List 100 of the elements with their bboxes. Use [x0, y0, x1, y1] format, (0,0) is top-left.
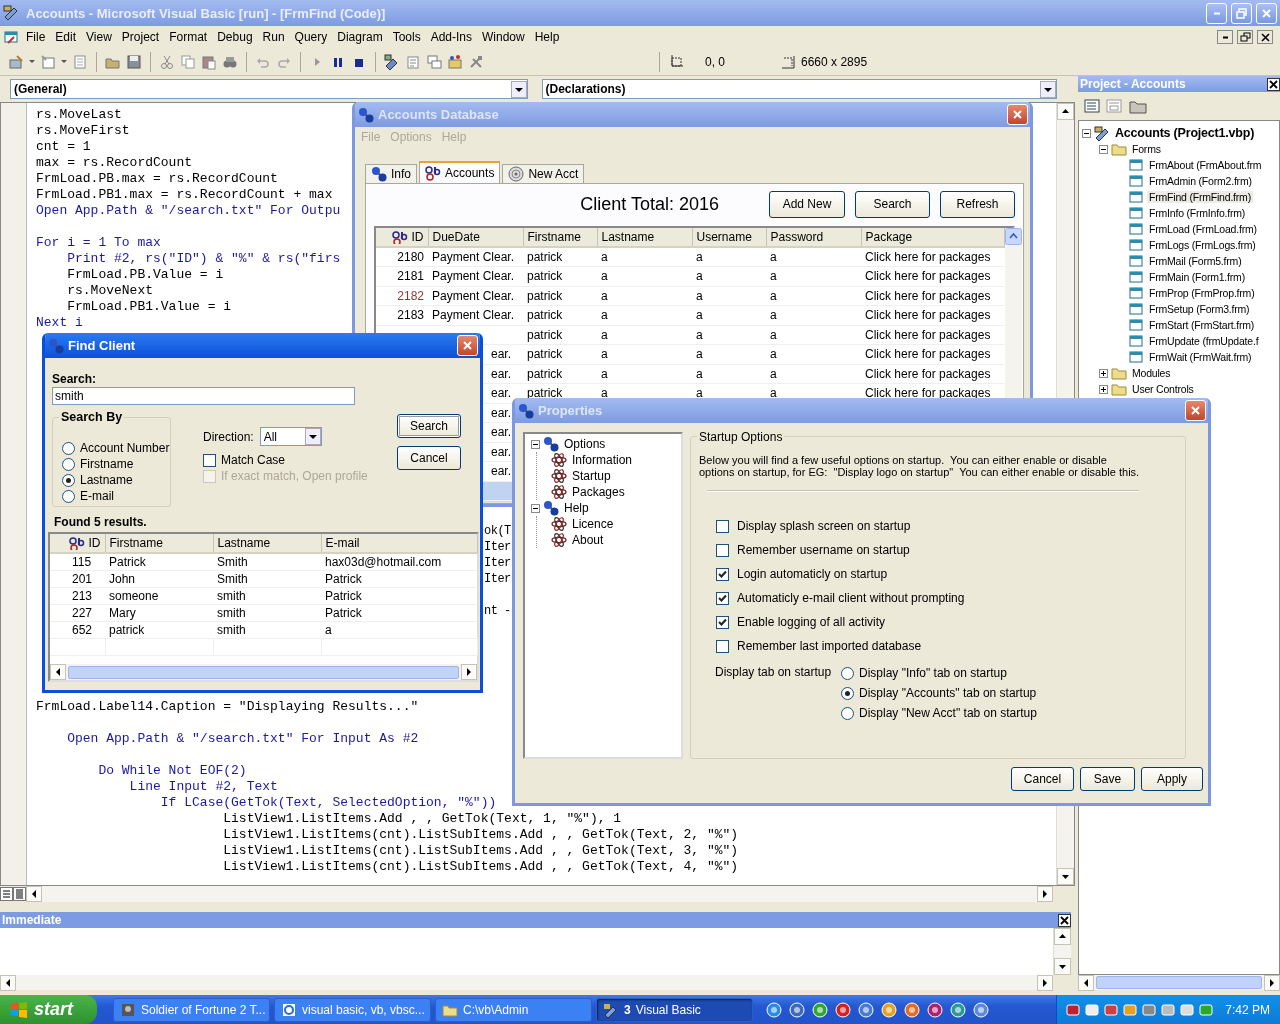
- menu-item[interactable]: File: [21, 29, 51, 45]
- tray-icon[interactable]: [1122, 1001, 1139, 1018]
- tree-item[interactable]: FrmFind (FrmFind.frm): [1147, 191, 1253, 203]
- radio-button[interactable]: [62, 489, 75, 503]
- tray-icon[interactable]: [1141, 1001, 1158, 1018]
- tray-icon[interactable]: [1065, 1001, 1082, 1018]
- paste-icon[interactable]: [201, 53, 217, 70]
- menu-item[interactable]: Help: [529, 29, 565, 45]
- quick-launch-icon[interactable]: [903, 1000, 921, 1019]
- radio-button[interactable]: [841, 666, 854, 680]
- checkbox[interactable]: [716, 639, 729, 653]
- cancel-button[interactable]: Cancel: [397, 446, 461, 470]
- column-header[interactable]: Password: [766, 228, 861, 247]
- checkbox[interactable]: [203, 453, 216, 467]
- tree-item[interactable]: FrmAdmin (Form2.frm): [1147, 175, 1254, 187]
- close-icon[interactable]: [1058, 913, 1071, 927]
- tree-item[interactable]: FrmInfo (FrmInfo.frm): [1147, 207, 1248, 219]
- scroll-left-icon[interactable]: [1078, 974, 1094, 991]
- full-module-view-icon[interactable]: [13, 887, 26, 901]
- tree-item[interactable]: FrmProp (FrmProp.frm): [1147, 287, 1257, 299]
- scroll-down-icon[interactable]: [1054, 958, 1071, 975]
- taskbar-button[interactable]: Soldier of Fortune 2 T...: [113, 997, 270, 1022]
- tree-item[interactable]: About: [570, 533, 606, 547]
- close-icon[interactable]: [1267, 77, 1280, 91]
- project-explorer-icon[interactable]: [384, 53, 400, 70]
- tree-item[interactable]: FrmStart (FrmStart.frm): [1147, 319, 1257, 331]
- scroll-left-icon[interactable]: [50, 664, 66, 680]
- tree-item[interactable]: FrmWait (FrmWait.frm): [1147, 351, 1254, 363]
- minimize-button[interactable]: [1217, 30, 1233, 44]
- scroll-down-icon[interactable]: [1057, 868, 1074, 885]
- scroll-right-icon[interactable]: [1264, 974, 1280, 991]
- taskbar-button[interactable]: visual basic, vb, vbsc...: [274, 997, 431, 1022]
- tray-icon[interactable]: [1084, 1001, 1101, 1018]
- view-code-icon[interactable]: [1084, 98, 1100, 114]
- column-header[interactable]: E-mail: [321, 534, 477, 553]
- tray-icon[interactable]: [1160, 1001, 1177, 1018]
- column-header[interactable]: ID: [376, 228, 428, 247]
- menu-item[interactable]: Edit: [50, 29, 82, 45]
- menu-item[interactable]: Add-Ins: [425, 29, 477, 45]
- quick-launch-icon[interactable]: [788, 1000, 806, 1019]
- action-button[interactable]: Search: [855, 190, 930, 218]
- column-header[interactable]: Firstname: [523, 228, 597, 247]
- menu-item[interactable]: Window: [477, 29, 530, 45]
- scroll-right-icon[interactable]: [461, 664, 477, 680]
- tree-item[interactable]: FrmAbout (FrmAbout.frm: [1147, 159, 1264, 171]
- menu-item[interactable]: Format: [164, 29, 213, 45]
- object-browser-icon[interactable]: [447, 53, 463, 70]
- add-project-icon[interactable]: [8, 53, 24, 70]
- column-header[interactable]: ID: [50, 534, 105, 553]
- tree-item[interactable]: Licence: [570, 517, 616, 531]
- scroll-up-icon[interactable]: [1057, 103, 1074, 120]
- scroll-right-icon[interactable]: [1037, 974, 1053, 991]
- taskbar-button[interactable]: C:\vb\Admin: [435, 997, 592, 1022]
- quick-launch-icon[interactable]: [765, 1000, 783, 1019]
- search-button[interactable]: Search: [397, 414, 461, 438]
- menu-item[interactable]: View: [81, 29, 117, 45]
- procedure-view-icon[interactable]: [0, 887, 13, 901]
- caret-icon[interactable]: [29, 60, 35, 63]
- column-header[interactable]: Lastname: [213, 534, 321, 553]
- radio-button[interactable]: [841, 686, 854, 700]
- taskbar-button[interactable]: 3 Visual Basic: [596, 997, 753, 1022]
- tree-item[interactable]: FrmSetup (Form3.frm): [1147, 303, 1252, 315]
- collapse-icon[interactable]: [1082, 128, 1091, 138]
- checkbox[interactable]: [716, 519, 729, 533]
- add-form-icon[interactable]: [40, 53, 56, 70]
- toolbox-icon[interactable]: [468, 53, 484, 70]
- tree-item[interactable]: FrmLoad (FrmLoad.frm): [1147, 223, 1259, 235]
- quick-launch-icon[interactable]: [926, 1000, 944, 1019]
- collapse-icon[interactable]: [531, 439, 540, 449]
- tree-item[interactable]: Accounts (Project1.vbp): [1113, 126, 1257, 140]
- column-header[interactable]: Lastname: [597, 228, 692, 247]
- direction-select[interactable]: All: [259, 427, 322, 446]
- caret-icon[interactable]: [61, 60, 67, 63]
- tree-item[interactable]: Forms: [1130, 143, 1163, 155]
- radio-button[interactable]: [62, 457, 75, 471]
- scroll-up-icon[interactable]: [1054, 928, 1071, 945]
- menu-item[interactable]: Project: [116, 29, 165, 45]
- scroll-left-icon[interactable]: [0, 974, 16, 991]
- menu-item[interactable]: Query: [289, 29, 333, 45]
- tray-icon[interactable]: [1179, 1001, 1196, 1018]
- scroll-left-icon[interactable]: [26, 886, 42, 902]
- quick-launch-icon[interactable]: [880, 1000, 898, 1019]
- column-header[interactable]: Firstname: [105, 534, 213, 553]
- quick-launch-icon[interactable]: [857, 1000, 875, 1019]
- tree-item[interactable]: Startup: [570, 469, 613, 483]
- column-header[interactable]: DueDate: [428, 228, 523, 247]
- tray-icon[interactable]: [1198, 1001, 1215, 1018]
- tree-item[interactable]: Options: [562, 437, 608, 451]
- tree-item[interactable]: Help: [562, 501, 591, 515]
- collapse-icon[interactable]: [1099, 144, 1108, 154]
- scrollbar-thumb[interactable]: [68, 665, 459, 679]
- quick-launch-icon[interactable]: [811, 1000, 829, 1019]
- action-button[interactable]: Refresh: [940, 190, 1015, 218]
- checkbox[interactable]: [716, 591, 729, 605]
- checkbox[interactable]: [716, 543, 729, 557]
- menu-item[interactable]: Diagram: [332, 29, 388, 45]
- procedure-combo[interactable]: (Declarations): [541, 79, 1057, 99]
- radio-button[interactable]: [841, 706, 854, 720]
- close-button[interactable]: [1257, 30, 1273, 44]
- save-icon[interactable]: [126, 53, 142, 70]
